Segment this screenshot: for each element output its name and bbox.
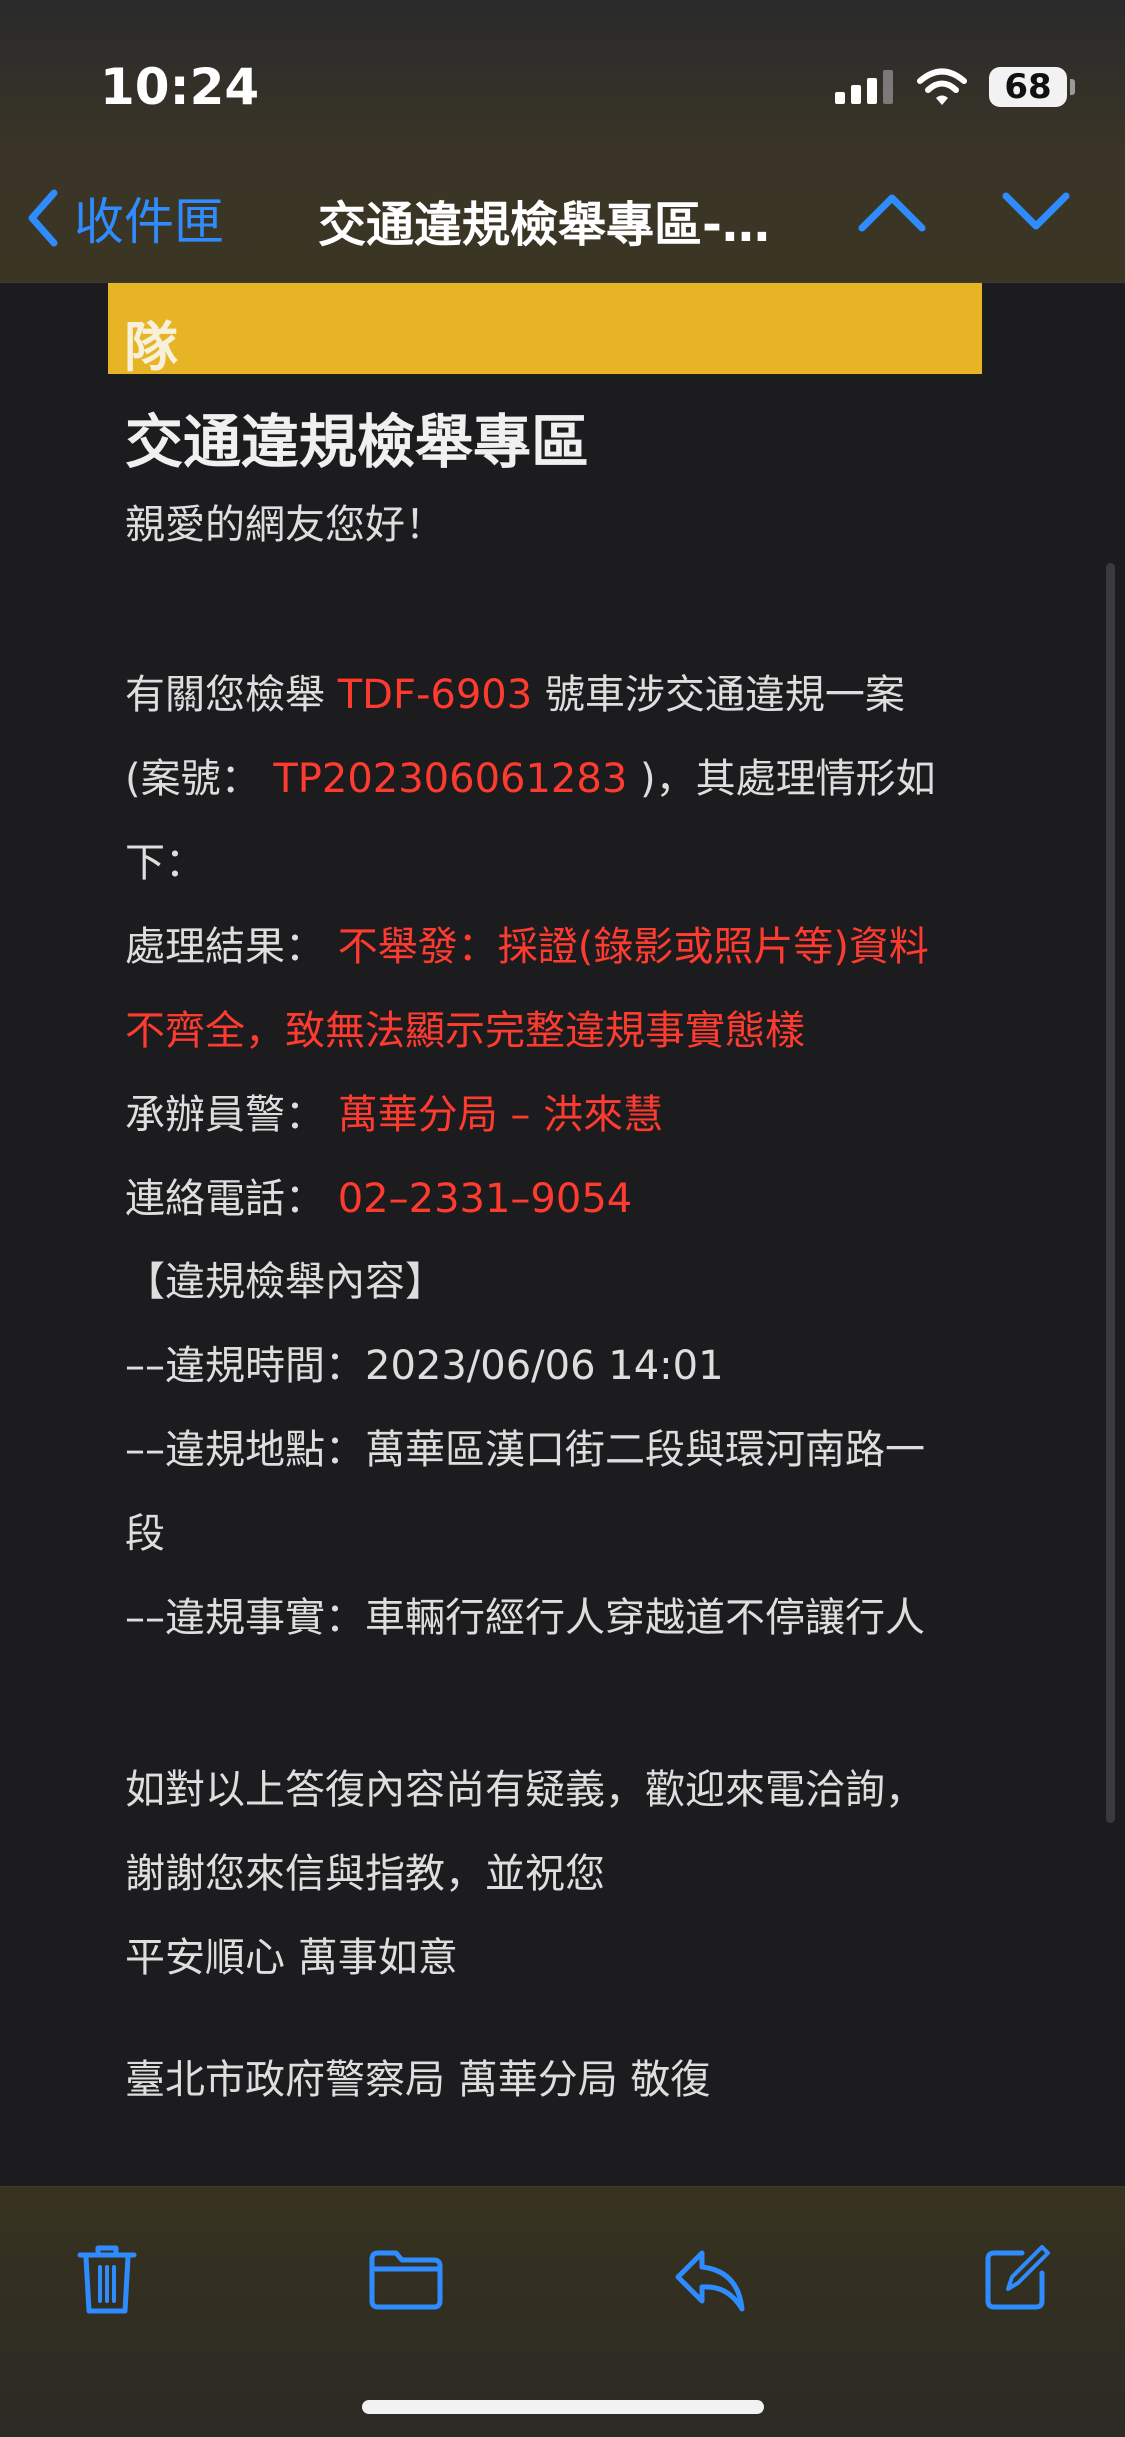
reply-icon (675, 2250, 745, 2312)
scrollbar[interactable] (1106, 563, 1115, 1823)
wifi-icon (917, 68, 967, 105)
status-icons: 68 (835, 64, 1075, 110)
signature: 臺北市政府警察局 萬華分局 敬復 (125, 2057, 711, 2103)
nav-title: 交通違規檢舉專區-… (318, 197, 770, 253)
banner-text: 隊 (124, 316, 178, 379)
case-line-1: 有關您檢舉 TDF-6903 號車涉交通違規一案 (125, 653, 985, 737)
section-title: 【違規檢舉內容】 (125, 1259, 445, 1305)
violation-time: ––違規時間：2023/06/06 14:01 (125, 1343, 724, 1389)
header-banner: 隊 (108, 283, 982, 379)
status-time: 10:24 (100, 58, 260, 116)
officer-value: 萬華分局 – 洪來慧 (337, 1092, 664, 1138)
result-label: 處理結果： (125, 924, 338, 970)
result-line-1: 處理結果： 不舉發：採證(錄影或照片等)資料 (125, 905, 985, 989)
back-label: 收件匣 (74, 193, 224, 251)
violation-place: ––違規地點：萬華區漢口街二段與環河南路一 (125, 1427, 925, 1473)
phone-value[interactable]: 02–2331–9054 (338, 1176, 633, 1222)
officer-line: 承辦員警： 萬華分局 – 洪來慧 (125, 1073, 985, 1157)
violation-place-cont: 段 (125, 1511, 165, 1557)
case-line-3: 下： (125, 840, 205, 886)
officer-label: 承辦員警： (125, 1092, 338, 1138)
battery-indicator: 68 (989, 67, 1075, 107)
trash-icon (77, 2245, 137, 2314)
compose-icon (985, 2245, 1050, 2310)
phone-label: 連絡電話： (125, 1176, 338, 1222)
compose-button[interactable] (982, 2241, 1052, 2317)
folder-icon (369, 2250, 443, 2310)
case-line-2: (案號： TP202306061283 )，其處理情形如 (125, 737, 985, 821)
next-message-button[interactable] (1002, 190, 1070, 238)
email-body[interactable]: 隊 交通違規檢舉專區 親愛的網友您好！ 有關您檢舉 TDF-6903 號車涉交通… (0, 283, 1125, 2183)
closing-line-2: 謝謝您來信與指教，並祝您 (125, 1851, 605, 1897)
top-bar: 10:24 68 收件匣 交通違規檢舉專區-… (0, 0, 1125, 283)
back-button[interactable]: 收件匣 (26, 182, 224, 254)
chevron-down-icon (1002, 192, 1070, 230)
chevron-left-icon (28, 189, 58, 247)
greeting: 親愛的網友您好！ (125, 502, 445, 548)
report-content: 【違規檢舉內容】 ––違規時間：2023/06/06 14:01 ––違規地點：… (125, 1240, 985, 1660)
phone-line: 連絡電話： 02–2331–9054 (125, 1157, 985, 1241)
email-heading: 交通違規檢舉專區 (125, 408, 590, 476)
previous-message-button[interactable] (858, 190, 926, 238)
result-value: 不舉發：採證(錄影或照片等)資料 (337, 924, 929, 970)
text-span: 有關您檢舉 (125, 672, 338, 718)
violation-fact: ––違規事實：車輛行經行人穿越道不停讓行人 (125, 1595, 925, 1641)
plate-number: TDF-6903 (337, 672, 533, 718)
closing-line-3: 平安順心 萬事如意 (125, 1935, 458, 1981)
result-line-2: 不齊全，致無法顯示完整違規事實態樣 (125, 1008, 805, 1054)
home-indicator[interactable] (362, 2400, 764, 2414)
text-span: 號車涉交通違規一案 (532, 672, 905, 718)
move-to-folder-button[interactable] (368, 2249, 444, 2315)
text-span: )，其處理情形如 (627, 756, 936, 802)
signal-icon (835, 70, 893, 104)
chevron-up-icon (858, 194, 926, 232)
closing-paragraph: 如對以上答復內容尚有疑義，歡迎來電洽詢， 謝謝您來信與指教，並祝您 平安順心 萬… (125, 1748, 985, 2000)
closing-line-1: 如對以上答復內容尚有疑義，歡迎來電洽詢， (125, 1767, 925, 1813)
reply-button[interactable] (672, 2247, 748, 2317)
delete-button[interactable] (76, 2243, 138, 2319)
text-span: (案號： (125, 756, 274, 802)
case-paragraph: 有關您檢舉 TDF-6903 號車涉交通違規一案 (案號： TP20230606… (125, 653, 985, 1241)
case-number: TP202306061283 (273, 756, 628, 802)
